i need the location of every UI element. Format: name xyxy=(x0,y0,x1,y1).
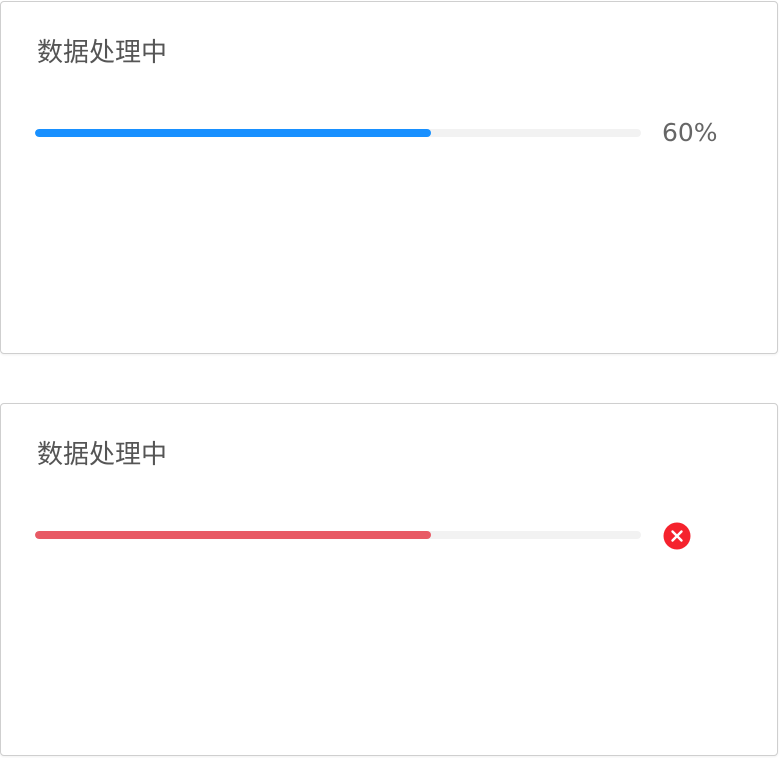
card-title: 数据处理中 xyxy=(37,38,168,68)
progress-percent-label: 60% xyxy=(662,118,718,147)
progress-fill xyxy=(35,129,432,137)
progress-track xyxy=(35,531,641,539)
progress-card-active: 数据处理中 60% xyxy=(0,1,778,354)
progress-card-exception: 数据处理中 xyxy=(0,403,778,756)
close-circle-icon xyxy=(663,522,691,550)
card-title: 数据处理中 xyxy=(37,440,168,470)
progress-track xyxy=(35,129,641,137)
progress-fill xyxy=(35,531,432,539)
